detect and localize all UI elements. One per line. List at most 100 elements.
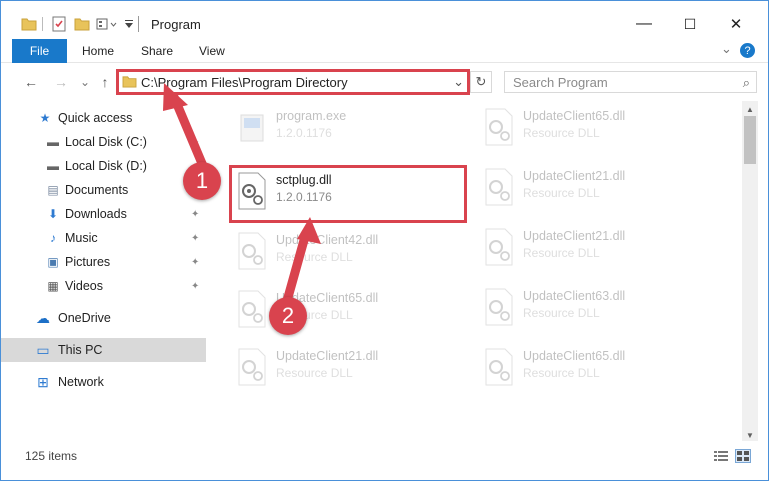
network-icon: ⊞	[37, 373, 49, 390]
downloads-icon: ⬇	[47, 207, 59, 221]
exe-file-icon	[240, 114, 264, 142]
drive-icon: ▬	[47, 159, 59, 173]
cloud-icon: ☁	[36, 309, 50, 326]
dll-file-icon	[485, 108, 513, 146]
dll-file-icon	[485, 348, 513, 386]
file-type: Resource DLL	[523, 126, 600, 140]
sidebar-item-this-pc[interactable]: ▭ This PC	[1, 338, 206, 362]
maximize-button[interactable]: ☐	[667, 11, 713, 37]
sidebar-item-label: Local Disk (C:)	[65, 135, 147, 149]
list-item[interactable]: program.exe 1.2.0.1176	[231, 101, 471, 157]
drive-icon: ▬	[47, 135, 59, 149]
scroll-up-icon[interactable]: ▲	[742, 101, 758, 117]
sidebar-item-videos[interactable]: ▦ Videos ✦	[1, 274, 206, 298]
dll-file-icon	[238, 348, 266, 386]
close-button[interactable]: ✕	[713, 11, 759, 37]
window-title: Program	[151, 17, 201, 32]
title-bar: Program — ☐ ✕	[1, 1, 768, 39]
view-options-icon[interactable]	[96, 15, 118, 33]
help-icon[interactable]: ?	[740, 43, 755, 58]
file-name: UpdateClient65.dll	[523, 349, 626, 363]
file-version: 1.2.0.1176	[276, 126, 332, 140]
scroll-down-icon[interactable]: ▼	[742, 427, 758, 443]
list-item[interactable]: UpdateClient63.dll Resource DLL	[478, 281, 718, 337]
search-input[interactable]: Search Program ⌕	[504, 71, 757, 93]
recent-locations-button[interactable]: ⌄	[75, 73, 95, 91]
search-icon[interactable]: ⌕	[743, 75, 750, 91]
computer-icon: ▭	[36, 341, 50, 358]
sidebar-item-local-disk-d[interactable]: ▬ Local Disk (D:)	[1, 154, 206, 178]
star-icon: ★	[39, 111, 51, 125]
back-button[interactable]: ←	[21, 73, 41, 91]
sidebar-item-onedrive[interactable]: ☁ OneDrive	[1, 306, 206, 330]
videos-icon: ▦	[47, 279, 59, 293]
file-name: program.exe	[276, 109, 347, 123]
up-button[interactable]: ↑	[95, 73, 115, 91]
tab-share[interactable]: Share	[141, 44, 173, 58]
sidebar-item-label: Music	[65, 231, 98, 245]
file-name: UpdateClient21.dll	[523, 229, 626, 243]
ribbon-bar: File Home Share View ⌄ ?	[1, 39, 768, 63]
step-1-badge: 1	[183, 162, 221, 200]
details-view-icon[interactable]	[713, 449, 729, 463]
vertical-scrollbar[interactable]: ▲ ▼	[742, 101, 758, 441]
pin-icon: ✦	[191, 136, 200, 148]
sidebar-item-label: Downloads	[65, 207, 127, 221]
sidebar-item-label: Videos	[65, 279, 103, 293]
sidebar-item-label: Local Disk (D:)	[65, 159, 147, 173]
pictures-icon: ▣	[47, 255, 59, 269]
pin-icon: ✦	[191, 280, 200, 292]
sidebar-item-label: Pictures	[65, 255, 111, 269]
tiles-view-icon[interactable]	[735, 449, 751, 463]
sidebar-item-label: Network	[58, 375, 104, 389]
dll-file-icon	[238, 290, 266, 328]
file-type: Resource DLL	[276, 366, 353, 380]
file-explorer-window: Program — ☐ ✕ File Home Share View ⌄ ? ←…	[0, 0, 769, 481]
pin-icon: ✦	[191, 256, 200, 268]
dll-file-icon	[238, 232, 266, 270]
scroll-thumb[interactable]	[744, 116, 756, 164]
refresh-button[interactable]: ↻	[470, 71, 492, 93]
status-bar: 125 items	[1, 442, 768, 480]
file-name: UpdateClient42.dll	[276, 233, 379, 247]
sidebar-item-local-disk-c[interactable]: ▬ Local Disk (C:) ✦	[1, 130, 206, 154]
sidebar-item-downloads[interactable]: ⬇ Downloads ✦	[1, 202, 206, 226]
list-item[interactable]: UpdateClient65.dll Resource DLL	[478, 341, 718, 397]
dll-file-icon	[485, 168, 513, 206]
file-list: program.exe 1.2.0.1176 sctplug.dll 1.2.0…	[206, 101, 741, 441]
folder-icon[interactable]	[21, 15, 37, 33]
sidebar-item-documents[interactable]: ▤ Documents ✦	[1, 178, 206, 202]
file-type: Resource DLL	[523, 186, 600, 200]
file-type: Resource DLL	[523, 246, 600, 260]
file-highlight	[229, 165, 467, 223]
tab-view[interactable]: View	[199, 44, 225, 58]
list-item[interactable]: UpdateClient21.dll Resource DLL	[478, 161, 718, 217]
file-name: UpdateClient63.dll	[523, 289, 626, 303]
documents-icon: ▤	[47, 183, 59, 197]
forward-button[interactable]: →	[51, 73, 71, 91]
navigation-pane: ★ Quick access ▬ Local Disk (C:) ✦ ▬ Loc…	[1, 101, 206, 441]
list-item[interactable]: UpdateClient21.dll Resource DLL	[231, 341, 471, 397]
properties-icon[interactable]	[51, 15, 67, 33]
file-type: Resource DLL	[276, 250, 353, 264]
file-name: UpdateClient21.dll	[523, 169, 626, 183]
customize-toolbar-icon[interactable]	[125, 15, 133, 33]
sidebar-item-network[interactable]: ⊞ Network	[1, 370, 206, 394]
list-item[interactable]: UpdateClient65.dll Resource DLL	[478, 101, 718, 157]
list-item[interactable]: UpdateClient65.dll Resource DLL	[231, 283, 471, 339]
list-item[interactable]: UpdateClient42.dll Resource DLL	[231, 225, 471, 281]
pin-icon: ✦	[191, 232, 200, 244]
file-type: Resource DLL	[523, 366, 600, 380]
tab-home[interactable]: Home	[82, 44, 114, 58]
sidebar-item-music[interactable]: ♪ Music ✦	[1, 226, 206, 250]
sidebar-item-label: OneDrive	[58, 311, 111, 325]
list-item[interactable]: UpdateClient21.dll Resource DLL	[478, 221, 718, 277]
sidebar-item-pictures[interactable]: ▣ Pictures ✦	[1, 250, 206, 274]
file-tab[interactable]: File	[12, 39, 67, 63]
minimize-button[interactable]: —	[621, 11, 667, 37]
sidebar-item-label: Quick access	[58, 111, 133, 125]
ribbon-collapse-icon[interactable]: ⌄	[721, 41, 732, 57]
new-folder-icon[interactable]	[74, 15, 90, 33]
sidebar-item-label: This PC	[58, 343, 103, 357]
sidebar-item-quick-access[interactable]: ★ Quick access	[1, 106, 206, 130]
